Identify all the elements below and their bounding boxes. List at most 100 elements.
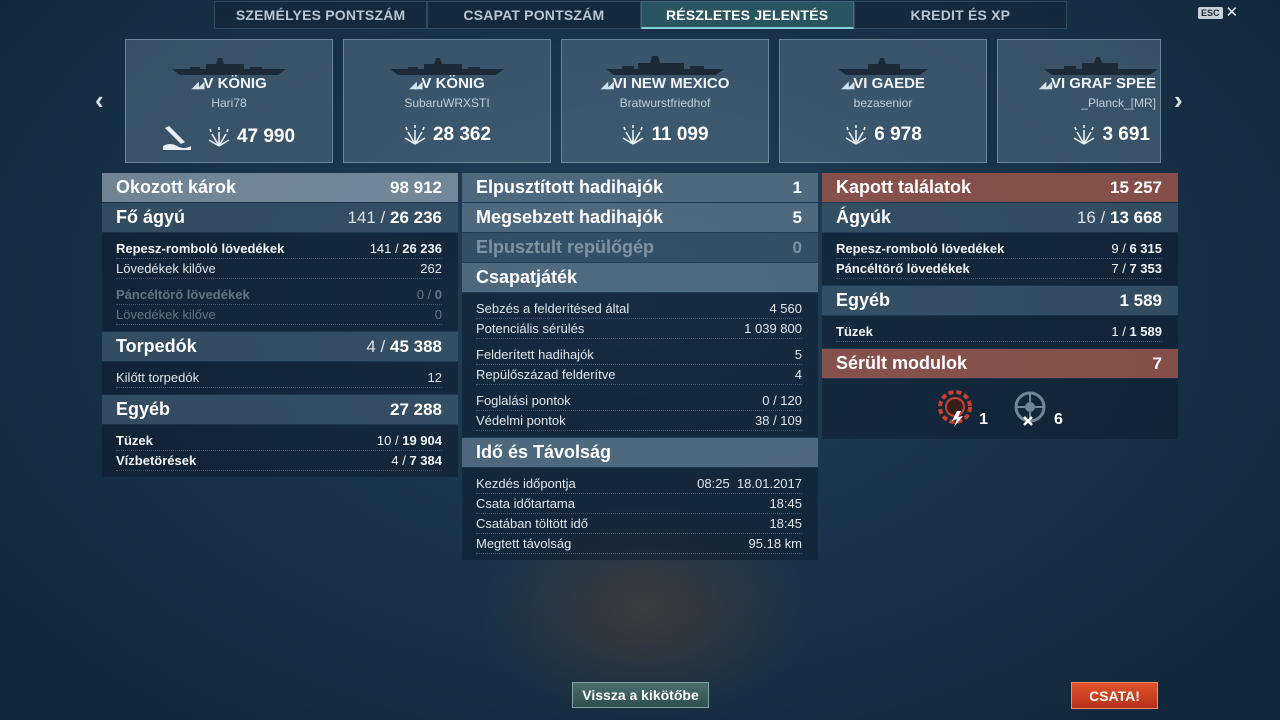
teamplay-header: Csapatjáték — [462, 263, 818, 292]
stat-row: Foglalási pontok 0 / 120 — [476, 391, 802, 411]
hits-count: 0 — [416, 287, 424, 302]
ship-silhouette-icon — [390, 58, 504, 75]
damage-dealt-header: Okozott károk 98 912 — [102, 173, 458, 202]
damage-value: 0 — [434, 287, 442, 302]
ship-name: ◢◢ VI GAEDE — [841, 75, 925, 92]
stat-row: Repesz-romboló lövedékek 9 / 6 315 — [836, 239, 1162, 259]
damage-burst-icon — [208, 127, 230, 147]
steering-destroyed-icon — [1014, 391, 1046, 426]
row-label: Repülőszázad felderítve — [476, 367, 616, 382]
stat-row: Csatában töltött idő 18:45 — [476, 514, 802, 534]
row-value: 4 560 — [769, 301, 802, 316]
damage-value: 13 668 — [1110, 207, 1162, 227]
row-value: 262 — [420, 261, 442, 276]
main-guns-header: Fő ágyú 141 / 26 236 — [102, 203, 458, 232]
damage-value: 11 099 — [651, 124, 709, 145]
ship-card[interactable]: ◢◢ VI GAEDE bezasenior 6 978 — [779, 39, 987, 163]
row-value: 12 — [427, 370, 442, 385]
carousel-next-arrow-icon[interactable]: › — [1174, 87, 1183, 113]
header-value: 27 288 — [390, 399, 442, 419]
stat-row: Kezdés időpontja 08:25 18.01.2017 — [476, 474, 802, 494]
module-item[interactable]: 1 — [937, 389, 988, 429]
row-value: 18:45 — [769, 496, 802, 511]
header-value: 1 589 — [1119, 290, 1162, 310]
header-value: 7 — [1152, 353, 1162, 373]
header-value: 5 — [792, 207, 802, 227]
module-item[interactable]: 6 — [1012, 389, 1063, 429]
header-label: Elpusztult repülőgép — [476, 237, 654, 257]
row-value: 1 039 800 — [744, 321, 802, 336]
esc-key-badge: ESC — [1198, 7, 1223, 19]
ship-damage: 28 362 — [344, 124, 550, 146]
other-received-header: Egyéb 1 589 — [822, 286, 1178, 315]
stat-row: Tüzek 1 / 1 589 — [836, 322, 1162, 342]
header-label: Csapatjáték — [476, 267, 578, 287]
ship-card[interactable]: ◢◢ VI GRAF SPEE _Planck_[MR] 3 691 — [997, 39, 1161, 163]
player-name: SubaruWRXSTI — [404, 96, 490, 110]
ship-card[interactable]: ◢◢ V KÖNIG Hari78 47 990 — [125, 39, 333, 163]
row-label: Lövedékek kilőve — [116, 261, 216, 276]
row-value: 4 — [794, 367, 802, 382]
tab-team-score[interactable]: CSAPAT PONTSZÁM — [427, 1, 641, 29]
row-label: Repesz-romboló lövedékek — [116, 241, 285, 256]
damage-value: 26 236 — [402, 241, 442, 256]
torpedoes-header: Torpedók 4 / 45 388 — [102, 332, 458, 361]
ship-card[interactable]: ◢◢ V KÖNIG SubaruWRXSTI 28 362 — [343, 39, 551, 163]
battle-button[interactable]: CSATA! — [1071, 682, 1158, 709]
row-label: Tüzek — [116, 433, 153, 448]
damage-received-panel: Kapott találatok 15 257 Ágyúk 16 / 13 66… — [822, 173, 1178, 439]
ship-silhouette-icon — [172, 58, 286, 75]
row-label: Felderített hadihajók — [476, 347, 594, 362]
ship-damage: 3 691 — [998, 124, 1160, 146]
header-label: Okozott károk — [116, 177, 237, 197]
row-label: Páncéltörő lövedékek — [836, 261, 970, 276]
other-received-rows: Tüzek 1 / 1 589 — [822, 316, 1178, 348]
ship-class-icon: ◢◢ — [600, 80, 614, 91]
player-name: _Planck_[MR] — [1081, 96, 1156, 110]
stat-row: Felderített hadihajók 5 — [476, 345, 802, 365]
header-label: Torpedók — [116, 336, 197, 356]
row-label: Megtett távolság — [476, 536, 572, 551]
stat-row: Megtett távolság 95.18 km — [476, 534, 802, 554]
damage-value: 19 904 — [402, 433, 442, 448]
row-label: Foglalási pontok — [476, 393, 571, 408]
torpedoes-rows: Kilőtt torpedók 12 — [102, 362, 458, 394]
carousel-prev-arrow-icon[interactable]: ‹ — [95, 87, 104, 113]
return-to-port-button[interactable]: Vissza a kikötőbe — [572, 682, 709, 708]
stat-row: Védelmi pontok 38 / 109 — [476, 411, 802, 431]
header-value: 15 257 — [1110, 177, 1162, 197]
damaged-modules-header: Sérült modulok 7 — [822, 349, 1178, 378]
planes-destroyed-header: Elpusztult repülőgép 0 — [462, 233, 818, 262]
damage-value: 1 589 — [1129, 324, 1162, 339]
ship-silhouette-icon — [838, 58, 928, 75]
header-label: Kapott találatok — [836, 177, 972, 197]
teamplay-rows: Sebzés a felderítésed által 4 560 Potenc… — [462, 293, 818, 437]
close-button[interactable]: ESC ✕ — [1198, 5, 1238, 20]
header-label: Ágyúk — [836, 207, 892, 227]
ship-name: ◢◢ V KÖNIG — [409, 75, 485, 92]
report-tabs: SZEMÉLYES PONTSZÁM CSAPAT PONTSZÁM RÉSZL… — [214, 1, 1067, 29]
damage-burst-icon — [404, 125, 426, 145]
damage-burst-icon — [1074, 125, 1095, 145]
header-label: Egyéb — [116, 399, 171, 419]
time-distance-header: Idő és Távolság — [462, 438, 818, 467]
tab-credits-xp[interactable]: KREDIT ÉS XP — [853, 1, 1067, 29]
stat-row: Lövedékek kilőve 0 — [116, 305, 442, 325]
header-value: 141 / 26 236 — [347, 207, 442, 227]
damage-value: 26 236 — [390, 207, 442, 227]
module-count: 1 — [979, 411, 988, 428]
damage-value: 7 353 — [1129, 261, 1162, 276]
tab-detailed-report[interactable]: RÉSZLETES JELENTÉS — [640, 1, 854, 29]
row-value: 18:45 — [769, 516, 802, 531]
row-value: 38 / 109 — [755, 413, 802, 428]
tab-personal-score[interactable]: SZEMÉLYES PONTSZÁM — [214, 1, 428, 29]
player-name: bezasenior — [853, 96, 913, 110]
damage-value: 47 990 — [236, 126, 296, 147]
hits-received-header: Kapott találatok 15 257 — [822, 173, 1178, 202]
hits-count: 9 — [1111, 241, 1119, 256]
module-count: 6 — [1054, 411, 1063, 428]
ship-damage: 47 990 — [126, 124, 332, 150]
row-value: 95.18 km — [748, 536, 802, 551]
stat-row: Repesz-romboló lövedékek 141 / 26 236 — [116, 239, 442, 259]
ship-card[interactable]: ◢◢ VI NEW MEXICO Bratwurstfriedhof 11 09… — [561, 39, 769, 163]
